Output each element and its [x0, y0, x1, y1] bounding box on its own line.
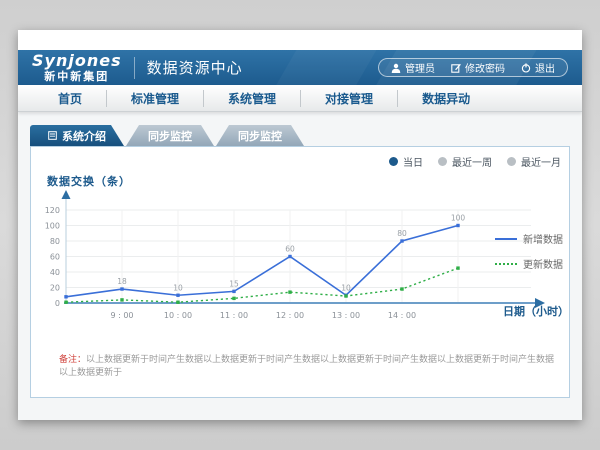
desktop-background: Synjones 新中新集团 数据资源中心 管理员 修改密码 — [0, 0, 600, 450]
nav-item-home[interactable]: 首页 — [34, 90, 106, 107]
x-tick-label: 11 : 00 — [220, 311, 248, 320]
data-point — [344, 294, 347, 297]
brand-chinese-name: 新中新集团 — [32, 71, 122, 82]
data-point — [64, 295, 67, 298]
line-chart: 0 20 40 60 80 100 120 9 : 00 10 : 00 11 : 00 12 : … — [31, 147, 569, 332]
edit-icon — [451, 63, 461, 73]
nav-item-data-changes[interactable]: 数据异动 — [397, 90, 494, 107]
data-point — [456, 266, 459, 269]
main-navigation: 首页 标准管理 系统管理 对接管理 数据异动 — [18, 85, 582, 112]
data-point — [400, 287, 403, 290]
user-toolbar: 管理员 修改密码 退出 — [378, 58, 568, 77]
app-window: Synjones 新中新集团 数据资源中心 管理员 修改密码 — [18, 30, 582, 420]
tab-sync-monitor-1[interactable]: 同步监控 — [126, 125, 214, 146]
x-tick-label: 12 : 00 — [276, 311, 304, 320]
legend-item-updated-data[interactable]: 更新数据 — [495, 256, 563, 271]
data-point — [64, 301, 67, 304]
legend-label: 更新数据 — [523, 256, 563, 271]
data-point-label: 100 — [451, 214, 466, 223]
data-point-label: 18 — [117, 277, 127, 286]
footnote-prefix: 备注： — [59, 355, 86, 365]
brand-wordmark: Synjones — [32, 53, 122, 69]
x-tick-label: 14 : 00 — [388, 311, 416, 320]
logout-icon — [521, 63, 531, 73]
nav-item-standard-management[interactable]: 标准管理 — [106, 90, 203, 107]
arrow-up-icon — [62, 190, 71, 199]
dotted-line-swatch — [495, 263, 517, 265]
tab-label: 同步监控 — [148, 128, 192, 144]
tab-label: 系统介绍 — [62, 128, 106, 144]
y-tick-label: 40 — [50, 268, 60, 277]
brand-logo: Synjones 新中新集团 — [32, 53, 122, 82]
data-point — [232, 290, 235, 293]
header-divider — [134, 57, 135, 79]
data-point — [176, 294, 179, 297]
change-password-button[interactable]: 修改密码 — [443, 60, 513, 75]
x-tick-label: 10 : 00 — [164, 311, 192, 320]
data-point — [288, 255, 291, 258]
form-icon — [48, 131, 57, 140]
solid-line-swatch — [495, 238, 517, 240]
footnote: 备注：以上数据更新于时间产生数据以上数据更新于时间产生数据以上数据更新于时间产生… — [59, 354, 561, 379]
logout-button[interactable]: 退出 — [513, 60, 563, 75]
legend-label: 新增数据 — [523, 231, 563, 246]
user-icon — [391, 63, 401, 73]
y-tick-label: 80 — [50, 237, 60, 246]
chart-legend: 新增数据 更新数据 — [495, 231, 563, 281]
tab-sync-monitor-2[interactable]: 同步监控 — [216, 125, 304, 146]
data-point-label: 15 — [229, 279, 239, 288]
data-point — [176, 301, 179, 304]
admin-label: 管理员 — [405, 60, 435, 75]
data-point — [120, 298, 123, 301]
x-tick-label: 13 : 00 — [332, 311, 360, 320]
footnote-text: 以上数据更新于时间产生数据以上数据更新于时间产生数据以上数据更新于时间产生数据以… — [59, 355, 554, 378]
content-area: 系统介绍 同步监控 同步监控 当日 最近一周 — [18, 112, 582, 420]
nav-item-system-management[interactable]: 系统管理 — [203, 90, 300, 107]
data-point-label: 10 — [341, 283, 351, 292]
y-tick-label: 100 — [45, 222, 60, 231]
data-point-label: 10 — [173, 283, 183, 292]
change-password-label: 修改密码 — [465, 60, 505, 75]
y-tick-label: 0 — [55, 299, 60, 308]
tab-label: 同步监控 — [238, 128, 282, 144]
data-point — [400, 239, 403, 242]
data-point-label: 60 — [285, 245, 295, 254]
chart-panel: 当日 最近一周 最近一月 数据交换（条） 0204060801001209 : … — [30, 146, 570, 398]
logout-label: 退出 — [535, 60, 555, 75]
nav-item-interface-management[interactable]: 对接管理 — [300, 90, 397, 107]
y-tick-label: 20 — [50, 284, 60, 293]
data-point-label: 80 — [397, 229, 407, 238]
tab-bar: 系统介绍 同步监控 同步监控 — [30, 125, 570, 146]
legend-item-new-data[interactable]: 新增数据 — [495, 231, 563, 246]
admin-menu-button[interactable]: 管理员 — [383, 60, 443, 75]
x-axis-title: 日期（小时） — [503, 303, 569, 319]
tab-system-intro[interactable]: 系统介绍 — [30, 125, 124, 146]
y-tick-label: 60 — [50, 253, 60, 262]
x-tick-label: 9 : 00 — [110, 311, 133, 320]
top-strip — [18, 30, 582, 50]
app-header: Synjones 新中新集团 数据资源中心 管理员 修改密码 — [18, 50, 582, 85]
data-point — [120, 287, 123, 290]
data-point — [232, 297, 235, 300]
data-point — [456, 224, 459, 227]
y-tick-label: 120 — [45, 206, 60, 215]
app-title: 数据资源中心 — [147, 57, 243, 78]
data-point — [288, 290, 291, 293]
